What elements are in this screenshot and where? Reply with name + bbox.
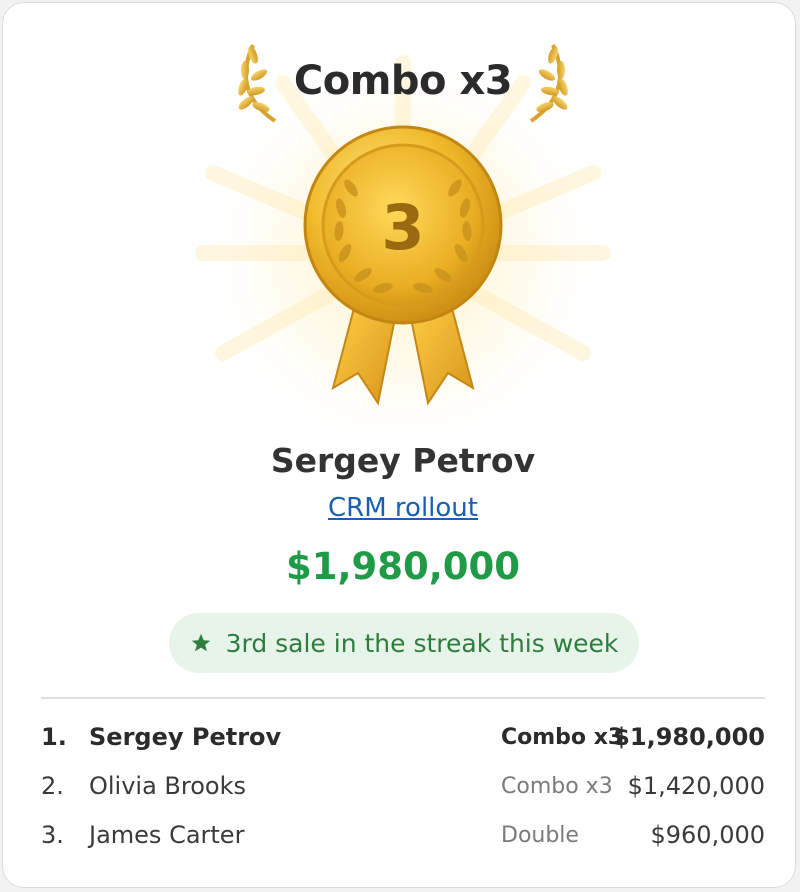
row-rank: 3. xyxy=(41,821,64,849)
medal-number: 3 xyxy=(381,191,424,264)
row-rank: 1. xyxy=(41,723,67,751)
star-icon xyxy=(191,633,210,652)
row-name: James Carter xyxy=(89,821,245,849)
row-type: Combo x3 xyxy=(501,725,624,750)
row-value: $1,420,000 xyxy=(627,772,765,800)
row-name: Sergey Petrov xyxy=(89,723,282,751)
row-value: $960,000 xyxy=(650,821,765,849)
row-value: $1,980,000 xyxy=(613,723,765,751)
streak-badge: 3rd sale in the streak this week xyxy=(169,613,639,673)
row-rank: 2. xyxy=(41,772,64,800)
winner-name: Sergey Petrov xyxy=(270,441,536,480)
leaderboard-row: 2. Olivia Brooks Combo x3 $1,420,000 xyxy=(41,762,765,811)
row-type: Combo x3 xyxy=(501,774,613,799)
leaderboard-row: 1. Sergey Petrov Combo x3 $1,980,000 xyxy=(41,713,765,762)
leaderboard: 1. Sergey Petrov Combo x3 $1,980,000 2. … xyxy=(41,713,765,860)
award-card: 3 Combo x3 Sergey Petrov CRM rollout $1,… xyxy=(2,2,796,888)
divider xyxy=(41,697,765,699)
deal-amount: $1,980,000 xyxy=(285,545,521,588)
streak-text: 3rd sale in the streak this week xyxy=(225,628,619,658)
leaderboard-row: 3. James Carter Double $960,000 xyxy=(41,811,765,860)
award-title: Combo x3 xyxy=(293,58,513,104)
row-type: Double xyxy=(501,823,579,848)
project-link[interactable]: CRM rollout xyxy=(3,491,795,525)
gold-medal-icon: 3 xyxy=(303,125,503,325)
row-name: Olivia Brooks xyxy=(89,772,247,800)
